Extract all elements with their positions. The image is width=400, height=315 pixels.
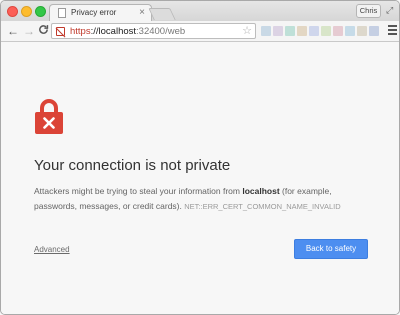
page-title: Your connection is not private	[34, 157, 231, 174]
lock-error-icon	[35, 99, 63, 134]
broken-lock-icon	[56, 27, 65, 36]
browser-window: Privacy error × Chris ⤢ ← → https://loca…	[0, 0, 400, 315]
forward-button[interactable]: →	[23, 24, 35, 38]
url-scheme: https	[70, 26, 91, 37]
reload-button[interactable]	[38, 24, 49, 38]
extension-icon[interactable]	[273, 26, 283, 36]
url-text[interactable]: https://localhost:32400/web	[70, 26, 185, 37]
error-code: NET::ERR_CERT_COMMON_NAME_INVALID	[184, 202, 341, 211]
advanced-link[interactable]: Advanced	[34, 245, 70, 254]
tab-title: Privacy error	[71, 8, 117, 17]
explanation-part-1: Attackers might be trying to steal your …	[34, 186, 243, 196]
explanation-text: Attackers might be trying to steal your …	[34, 184, 369, 214]
bookmark-star-icon[interactable]: ☆	[242, 25, 252, 37]
profile-button[interactable]: Chris	[356, 4, 381, 18]
extension-icon[interactable]	[321, 26, 331, 36]
url-separator: ://	[90, 26, 99, 37]
extension-icon[interactable]	[309, 26, 319, 36]
toolbar: ← → https://localhost:32400/web ☆	[1, 21, 399, 42]
extension-icon[interactable]	[297, 26, 307, 36]
maximize-window-button[interactable]	[35, 6, 46, 17]
back-to-safety-button[interactable]: Back to safety	[294, 239, 368, 259]
explanation-host: localhost	[242, 186, 280, 196]
tab-strip: Privacy error × Chris ⤢	[1, 1, 399, 22]
page-icon	[58, 8, 66, 18]
extension-icon[interactable]	[285, 26, 295, 36]
extension-icon[interactable]	[345, 26, 355, 36]
extension-icon[interactable]	[357, 26, 367, 36]
tab-privacy-error[interactable]: Privacy error ×	[49, 4, 152, 22]
minimize-window-button[interactable]	[21, 6, 32, 17]
address-bar[interactable]: https://localhost:32400/web ☆	[51, 23, 256, 39]
extension-icons	[261, 24, 383, 38]
new-tab-button[interactable]	[148, 8, 176, 20]
url-host: localhost	[98, 26, 137, 37]
extension-icon[interactable]	[333, 26, 343, 36]
extension-icon[interactable]	[261, 26, 271, 36]
extension-icon[interactable]	[369, 26, 379, 36]
close-window-button[interactable]	[7, 6, 18, 17]
reload-icon	[39, 25, 49, 34]
menu-icon[interactable]	[388, 25, 397, 35]
fullscreen-icon[interactable]: ⤢	[386, 4, 393, 16]
url-path: :32400/web	[136, 26, 186, 37]
tab-close-icon[interactable]: ×	[139, 7, 145, 19]
back-button[interactable]: ←	[7, 24, 19, 38]
interstitial-page: Your connection is not private Attackers…	[1, 43, 399, 314]
